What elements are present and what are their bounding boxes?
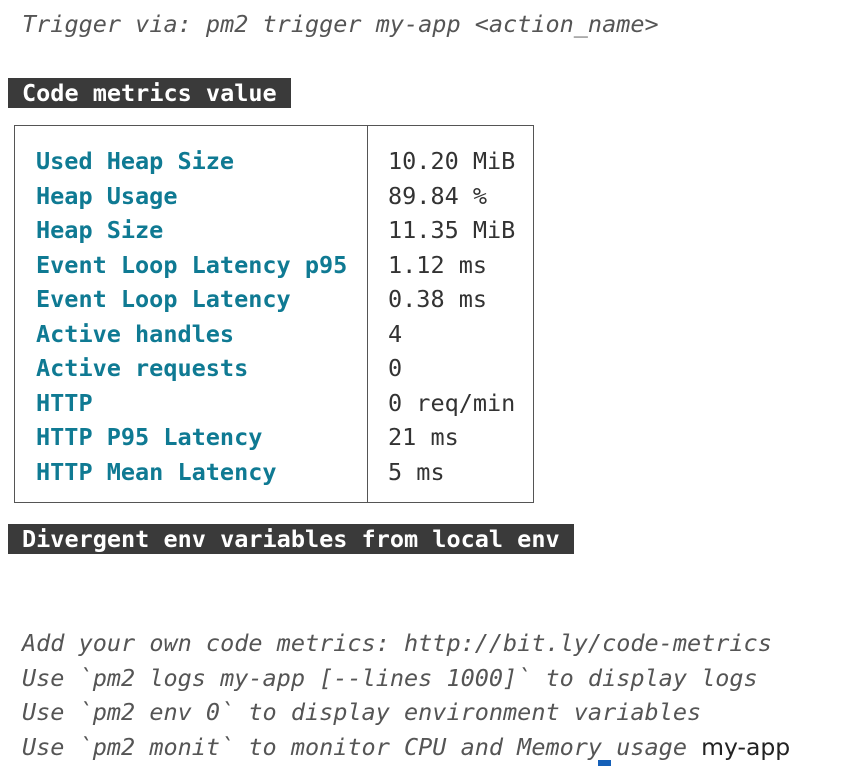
text-cursor	[598, 760, 611, 766]
table-row: Event Loop Latency p95 1.12 ms	[15, 248, 533, 283]
table-row: HTTP 0 req/min	[15, 386, 533, 421]
metric-value: 0	[388, 354, 403, 382]
divergent-env-header: Divergent env variables from local env	[8, 524, 574, 554]
code-metrics-header: Code metrics value	[8, 78, 291, 108]
table-row: Event Loop Latency 0.38 ms	[15, 282, 533, 317]
metric-value: 21 ms	[388, 423, 459, 451]
table-row: Active handles 4	[15, 317, 533, 352]
hint-line: Use `pm2 logs my-app [--lines 1000]` to …	[22, 663, 758, 692]
prompt-input-text[interactable]: my-app	[701, 733, 790, 761]
metric-value: 1.12 ms	[388, 250, 488, 279]
metric-name: Active handles	[36, 319, 235, 348]
command-prompt-line[interactable]: Use `pm2 monit` to monitor CPU and Memor…	[22, 732, 790, 762]
hint-line: Use `pm2 monit` to monitor CPU and Memor…	[22, 732, 687, 761]
metric-name: HTTP P95 Latency	[36, 423, 263, 451]
metric-value: 89.84 %	[388, 181, 488, 210]
hint-line: Add your own code metrics: http://bit.ly…	[22, 629, 772, 657]
code-metrics-table: Used Heap Size 10.20 MiB Heap Usage 89.8…	[14, 125, 534, 503]
table-row: Active requests 0	[15, 351, 533, 386]
table-row: HTTP P95 Latency 21 ms	[15, 420, 533, 455]
metric-name: Heap Size	[36, 216, 164, 244]
table-row: Heap Size 11.35 MiB	[15, 213, 533, 248]
metric-name: Event Loop Latency	[36, 285, 291, 313]
metric-value: 0 req/min	[388, 388, 516, 417]
metric-value: 5 ms	[388, 457, 445, 486]
metric-name: HTTP	[36, 388, 93, 417]
metric-name: Active requests	[36, 354, 249, 382]
hint-line: Use `pm2 env 0` to display environment v…	[22, 698, 702, 726]
metric-value: 11.35 MiB	[388, 216, 516, 244]
metric-name: Heap Usage	[36, 181, 178, 210]
metric-value: 0.38 ms	[388, 285, 488, 313]
trigger-hint-line: Trigger via: pm2 trigger my-app <action_…	[22, 10, 659, 38]
metric-name: Used Heap Size	[36, 147, 235, 175]
table-row: Used Heap Size 10.20 MiB	[15, 144, 533, 179]
metric-name: HTTP Mean Latency	[36, 457, 277, 486]
table-row: HTTP Mean Latency 5 ms	[15, 455, 533, 490]
metric-value: 4	[388, 319, 403, 348]
metric-name: Event Loop Latency p95	[36, 250, 348, 279]
table-row: Heap Usage 89.84 %	[15, 179, 533, 214]
metric-value: 10.20 MiB	[388, 147, 516, 175]
